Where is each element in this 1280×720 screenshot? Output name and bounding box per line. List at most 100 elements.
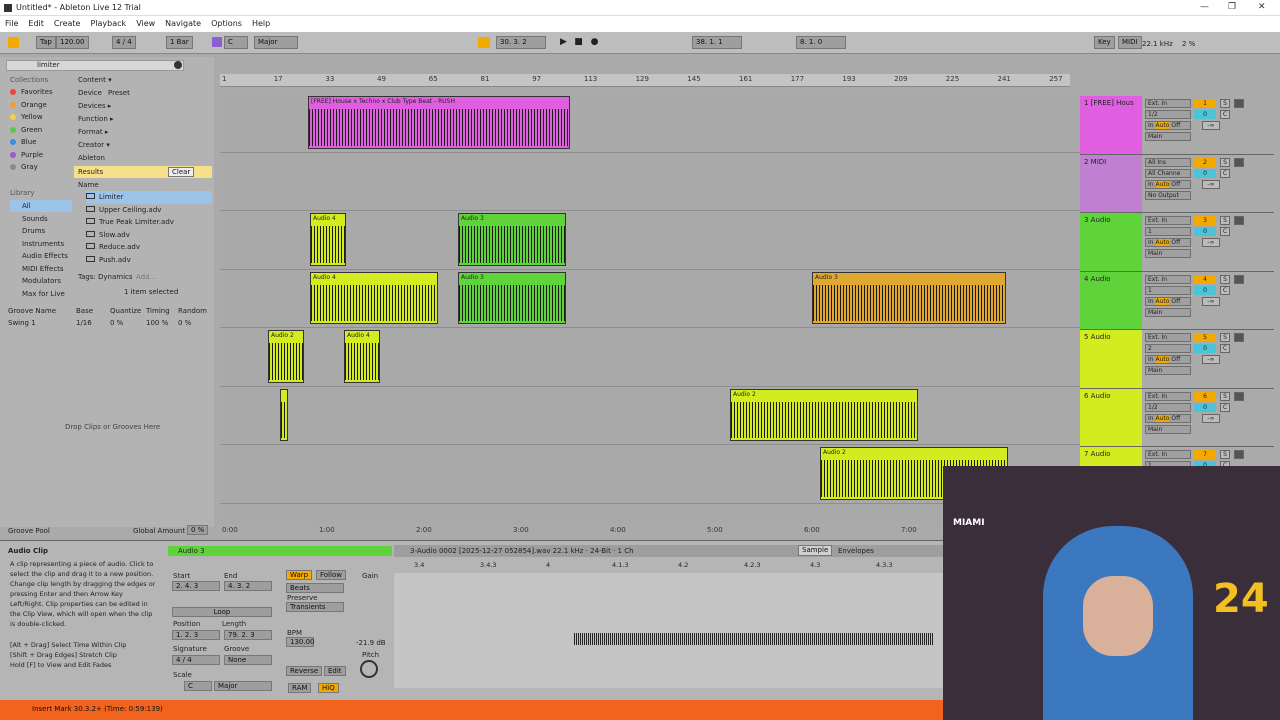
library-item-drums[interactable]: Drums <box>10 225 70 237</box>
play-icon[interactable]: ▶ <box>557 36 570 49</box>
solo-button[interactable]: S <box>1220 274 1230 284</box>
audio-clip[interactable]: Audio 3 <box>458 271 566 324</box>
monitor-switch[interactable]: In Auto Off <box>1145 296 1191 306</box>
menu-navigate[interactable]: Navigate <box>160 16 206 31</box>
clear-search-icon[interactable] <box>174 61 182 69</box>
solo-button[interactable]: S <box>1220 99 1230 108</box>
scale-icon[interactable] <box>212 37 222 47</box>
audio-clip[interactable]: Audio 2 <box>730 388 918 441</box>
output-select[interactable]: Main <box>1145 249 1191 258</box>
clear-button[interactable]: Clear <box>168 167 195 177</box>
quantize-select[interactable]: 1 Bar <box>166 36 193 49</box>
loop-length[interactable]: 8. 1. 0 <box>796 36 846 49</box>
arm-button[interactable] <box>1234 333 1244 342</box>
output-select[interactable]: Main <box>1145 424 1191 434</box>
track-name[interactable]: 1 [FREE] Hous <box>1080 96 1142 154</box>
filter-0[interactable]: Content ▾ <box>78 74 112 87</box>
input-channel[interactable]: 1 <box>1145 285 1191 295</box>
filter-3[interactable]: Devices ▸ <box>78 100 111 113</box>
monitor-in[interactable]: In <box>1148 122 1154 129</box>
monitor-switch[interactable]: In Auto Off <box>1145 121 1191 130</box>
collection-item-blue[interactable]: Blue <box>10 136 70 148</box>
input-type[interactable]: Ext. In <box>1145 450 1191 459</box>
library-item-instruments[interactable]: Instruments <box>10 238 70 250</box>
sample-waveform[interactable] <box>394 573 945 688</box>
input-type[interactable]: Ext. In <box>1145 274 1191 284</box>
track-name[interactable]: 6 Audio <box>1080 388 1142 446</box>
monitor-auto[interactable]: Auto <box>1155 297 1170 305</box>
pan-value[interactable]: C <box>1220 168 1230 178</box>
arm-button[interactable] <box>1234 391 1244 401</box>
result-item[interactable]: Reduce.adv <box>86 241 212 254</box>
monitor-auto[interactable]: Auto <box>1155 122 1170 129</box>
audio-clip[interactable]: Audio 3 <box>458 213 566 266</box>
follow-button[interactable]: Follow <box>316 570 346 580</box>
monitor-in[interactable]: In <box>1148 415 1154 422</box>
arm-button[interactable] <box>1234 216 1244 225</box>
song-position[interactable]: 30. 3. 2 <box>496 36 546 49</box>
monitor-auto[interactable]: Auto <box>1155 356 1170 363</box>
groove-cell[interactable]: 0 % <box>110 319 123 327</box>
monitor-off[interactable]: Off <box>1171 239 1180 246</box>
monitor-switch[interactable]: In Auto Off <box>1145 238 1191 247</box>
result-item[interactable]: Push.adv <box>86 254 212 267</box>
arm-button[interactable] <box>1234 157 1244 167</box>
monitor-switch[interactable]: In Auto Off <box>1145 413 1191 423</box>
track-number[interactable]: 5 <box>1194 333 1216 342</box>
monitor-switch[interactable]: In Auto Off <box>1145 355 1191 364</box>
input-type[interactable]: Ext. In <box>1145 99 1191 108</box>
follow-icon[interactable] <box>478 37 490 48</box>
loop-button[interactable]: Loop <box>172 607 272 617</box>
collection-item-gray[interactable]: Gray <box>10 161 70 173</box>
track-name[interactable]: 3 Audio <box>1080 213 1142 271</box>
track-number[interactable]: 1 <box>1194 99 1216 108</box>
tag-add[interactable]: Add... <box>136 273 156 281</box>
audio-clip[interactable]: Audio 4 <box>310 213 346 266</box>
menu-playback[interactable]: Playback <box>85 16 131 31</box>
audio-clip[interactable] <box>280 388 288 441</box>
collection-item-favorites[interactable]: Favorites <box>10 86 70 98</box>
track-header[interactable]: 1 [FREE] Hous Ext. In 1/2 In Auto Off Main 1 S… <box>1080 96 1274 155</box>
menu-file[interactable]: File <box>0 16 23 31</box>
filter-5[interactable]: Format ▸ <box>78 126 108 139</box>
filter-7[interactable]: Ableton <box>78 152 105 165</box>
track-lane[interactable] <box>220 211 1080 270</box>
collection-item-yellow[interactable]: Yellow <box>10 111 70 123</box>
monitor-auto[interactable]: Auto <box>1155 239 1170 246</box>
monitor-switch[interactable]: In Auto Off <box>1145 179 1191 189</box>
volume-value[interactable]: 0 <box>1194 402 1216 412</box>
arm-button[interactable] <box>1234 99 1244 108</box>
monitor-in[interactable]: In <box>1148 181 1154 188</box>
beat-ruler[interactable]: 1 17 33 49 65 81 97 113 129 145 161 177 193 209 225 241… <box>220 74 1070 87</box>
library-item-audio-effects[interactable]: Audio Effects <box>10 250 70 262</box>
output-select[interactable]: Main <box>1145 366 1191 375</box>
tag-dynamics[interactable]: Dynamics <box>98 273 133 281</box>
solo-button[interactable]: S <box>1220 157 1230 167</box>
browser-toggle-icon[interactable] <box>8 37 19 48</box>
midi-map-button[interactable]: MIDI <box>1118 36 1142 49</box>
monitor-in[interactable]: In <box>1148 298 1154 305</box>
audio-clip[interactable]: Audio 4 <box>310 271 438 324</box>
output-select[interactable]: Main <box>1145 307 1191 317</box>
arrangement-view[interactable]: [FREE] House x Techno x Club Type Beat -… <box>220 94 1080 524</box>
volume-value[interactable]: 0 <box>1194 227 1216 236</box>
pan-value[interactable]: C <box>1220 402 1230 412</box>
library-item-max-for-live[interactable]: Max for Live <box>10 288 70 300</box>
volume-value[interactable]: 0 <box>1194 168 1216 178</box>
solo-button[interactable]: S <box>1220 333 1230 342</box>
preserve-select[interactable]: Transients <box>286 602 344 612</box>
close-button[interactable]: ✕ <box>1258 2 1266 12</box>
track-header[interactable]: 5 Audio Ext. In 2 In Auto Off Main 5 S 0 C -∞ <box>1080 330 1274 389</box>
maximize-button[interactable]: ❐ <box>1228 2 1236 12</box>
track-header[interactable]: 2 MIDI All Ins All Channe In Auto Off No Out… <box>1080 154 1274 213</box>
loop-start[interactable]: 38. 1. 1 <box>692 36 742 49</box>
filter-1[interactable]: Device <box>78 87 102 100</box>
track-name[interactable]: 2 MIDI <box>1080 154 1142 212</box>
track-number[interactable]: 3 <box>1194 216 1216 225</box>
groove-cell[interactable]: 1/16 <box>76 319 92 327</box>
monitor-off[interactable]: Off <box>1171 356 1180 363</box>
arm-button[interactable] <box>1234 450 1244 459</box>
library-item-midi-effects[interactable]: MIDI Effects <box>10 263 70 275</box>
monitor-in[interactable]: In <box>1148 356 1154 363</box>
monitor-off[interactable]: Off <box>1171 122 1180 129</box>
